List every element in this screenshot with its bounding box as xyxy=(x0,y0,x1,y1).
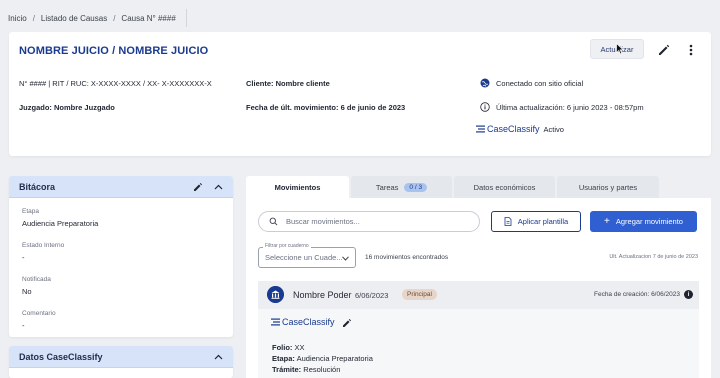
field-label: Comentario xyxy=(22,310,56,317)
chevron-up-icon[interactable] xyxy=(214,183,223,191)
etapa-value: Audiencia Preparatoria xyxy=(296,354,373,363)
bitacora-panel: Bitácora Etapa Audiencia Preparatoria Es… xyxy=(9,176,233,337)
field-value: - xyxy=(22,321,25,330)
caseclassify-logo: CaseClassify xyxy=(476,124,540,134)
folio-row: Folio: XX xyxy=(272,343,305,352)
globe-icon xyxy=(480,78,490,88)
courthouse-icon xyxy=(267,286,284,303)
juzgado-label: Juzgado: xyxy=(19,103,52,112)
cuaderno-badge: Principal xyxy=(402,289,437,300)
movimiento-created-date: Fecha de creación: 6/06/2023 xyxy=(593,291,680,298)
mouse-cursor-icon xyxy=(616,43,624,55)
juzgado-info: Juzgado: Nombre Juzgado xyxy=(19,103,115,112)
cuaderno-select[interactable]: Filtrar por cuaderno Seleccione un Cuade… xyxy=(258,243,356,268)
edit-icon[interactable] xyxy=(193,182,203,192)
field-value: - xyxy=(22,253,25,262)
movimiento-date: 6/06/2023 xyxy=(355,291,389,300)
bitacora-header[interactable]: Bitácora xyxy=(9,176,233,198)
datos-caseclassify-header[interactable]: Datos CaseClassify xyxy=(9,346,233,368)
bitacora-title: Bitácora xyxy=(19,181,56,192)
search-icon xyxy=(269,217,278,226)
connected-text: Conectado con sitio oficial xyxy=(496,78,584,88)
search-placeholder: Buscar movimientos... xyxy=(286,217,360,226)
breadcrumb-separator: / xyxy=(32,13,35,23)
breadcrumb-inicio[interactable]: Inicio xyxy=(8,14,27,23)
movimientos-panel: Buscar movimientos... Aplicar plantilla … xyxy=(246,198,711,378)
edit-icon[interactable] xyxy=(342,318,352,328)
bitacora-field-estado: Estado Interno - xyxy=(22,242,64,262)
breadcrumb-listado[interactable]: Listado de Causas xyxy=(41,14,107,23)
tramite-row: Trámite: Resolución xyxy=(272,365,340,374)
folio-label: Folio: xyxy=(272,343,293,352)
fecha-info: Fecha de últ. movimiento: 6 de junio de … xyxy=(246,103,405,112)
caseclassify-logo-icon xyxy=(271,318,280,326)
field-value: Audiencia Preparatoria xyxy=(22,219,99,228)
search-input[interactable]: Buscar movimientos... xyxy=(258,211,480,232)
info-icon[interactable]: i xyxy=(684,290,693,299)
chevron-up-icon[interactable] xyxy=(214,353,223,361)
tab-tareas[interactable]: Tareas 0 / 3 xyxy=(351,176,452,198)
breadcrumb-separator: / xyxy=(113,13,116,23)
aplicar-plantilla-button[interactable]: Aplicar plantilla xyxy=(491,211,581,232)
field-label: Etapa xyxy=(22,208,39,215)
tramite-label: Trámite: xyxy=(272,365,302,374)
filter-label: Filtrar por cuaderno xyxy=(263,243,311,249)
more-vertical-icon[interactable] xyxy=(686,43,696,57)
breadcrumb: Inicio / Listado de Causas / Causa N° ##… xyxy=(8,9,187,27)
plus-icon: + xyxy=(604,215,610,227)
agregar-movimiento-label: Agregar movimiento xyxy=(615,217,683,226)
caseclassify-brand-name: CaseClassify xyxy=(282,317,335,327)
tramite-value: Resolución xyxy=(303,365,341,374)
tab-datos-economicos[interactable]: Datos económicos xyxy=(454,176,555,198)
fecha-value: 6 de junio de 2023 xyxy=(340,103,406,112)
bitacora-field-comentario: Comentario - xyxy=(22,310,56,330)
juzgado-value: Nombre Juzgado xyxy=(54,103,115,112)
rit-ruc-text: N° #### | RIT / RUC: X-XXXX-XXXX / XX- X… xyxy=(19,79,212,88)
aplicar-plantilla-label: Aplicar plantilla xyxy=(517,217,569,226)
field-label: Estado Interno xyxy=(22,242,65,249)
movimiento-name: Nombre Poder xyxy=(293,290,352,300)
caseclassify-logo: CaseClassify xyxy=(271,317,335,327)
cliente-label: Cliente: xyxy=(246,79,274,88)
agregar-movimiento-button[interactable]: + Agregar movimiento xyxy=(590,211,697,232)
datos-caseclassify-title: Datos CaseClassify xyxy=(19,351,103,362)
movimiento-card: Nombre Poder 6/06/2023 Principal Fecha d… xyxy=(258,281,699,378)
field-label: Notificada xyxy=(22,276,51,283)
etapa-row: Etapa: Audiencia Preparatoria xyxy=(272,354,373,363)
edit-icon[interactable] xyxy=(657,43,671,57)
datos-caseclassify-panel: Datos CaseClassify xyxy=(9,346,233,378)
chevron-down-icon xyxy=(342,256,349,261)
tab-tareas-label: Tareas xyxy=(375,182,399,192)
bitacora-field-notificada: Notificada No xyxy=(22,276,51,296)
select-placeholder: Seleccione un Cuade... xyxy=(265,253,343,262)
last-update-small: Ult. Actualizacion 7 de junio de 2023 xyxy=(609,254,698,260)
breadcrumb-causa: Causa N° #### xyxy=(121,13,176,23)
last-update-text: Última actualización: 6 junio 2023 - 08:… xyxy=(496,102,644,112)
info-icon xyxy=(480,102,490,112)
etapa-label: Etapa: xyxy=(272,354,295,363)
caseclassify-logo-icon xyxy=(476,125,485,133)
movimiento-header: Nombre Poder 6/06/2023 Principal Fecha d… xyxy=(258,281,699,309)
caseclassify-status: CaseClassify Activo xyxy=(476,124,564,134)
fecha-label: Fecha de últ. movimiento: xyxy=(246,103,339,112)
document-icon xyxy=(504,217,512,226)
connected-status: Conectado con sitio oficial xyxy=(480,78,583,88)
tab-movimientos[interactable]: Movimientos xyxy=(246,176,349,198)
tab-usuarios-partes[interactable]: Usuarios y partes xyxy=(557,176,659,198)
caseclassify-brand-name: CaseClassify xyxy=(487,124,540,134)
cliente-value: Nombre cliente xyxy=(275,79,330,88)
bitacora-field-etapa: Etapa Audiencia Preparatoria xyxy=(22,208,98,228)
case-header-card: NOMBRE JUICIO / NOMBRE JUICIO Actualizar… xyxy=(9,32,711,156)
folio-value: XX xyxy=(294,343,305,352)
tareas-count-badge: 0 / 3 xyxy=(404,182,428,192)
caseclassify-status-text: Activo xyxy=(543,124,564,134)
last-update-status: Última actualización: 6 junio 2023 - 08:… xyxy=(480,102,644,112)
field-value: No xyxy=(22,287,32,296)
cliente-info: Cliente: Nombre cliente xyxy=(246,79,330,88)
detail-tabs: Movimientos Tareas 0 / 3 Datos económico… xyxy=(246,176,711,198)
movimientos-count: 16 movimientos encontrados xyxy=(365,254,449,261)
page-title: NOMBRE JUICIO / NOMBRE JUICIO xyxy=(19,45,209,57)
